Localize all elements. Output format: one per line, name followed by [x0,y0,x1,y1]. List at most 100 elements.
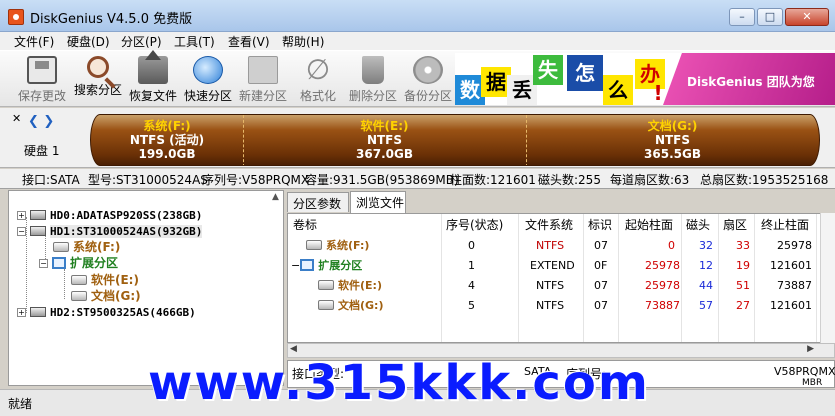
partition-icon [318,280,334,290]
partition-block-fs: NTFS [366,133,403,147]
menu-partition[interactable]: 分区(P) [121,33,162,50]
partition-block-name: 文档(G:) [647,119,698,133]
scroll-left-icon[interactable]: ◀ [290,344,297,354]
expand-icon[interactable]: + [17,211,26,220]
save-changes-label: 保存更改 [17,89,66,103]
ad-banner[interactable]: 数 据 丢 失 怎 么 办 ! DiskGenius 团队为您 [455,53,835,105]
menu-view[interactable]: 查看(V) [228,33,270,50]
delete-partition-button[interactable]: 删除分区 [345,54,401,106]
row-end: 121601 [770,299,812,312]
table-row[interactable]: − 扩展分区 1 EXTEND 0F 25978 12 19 121601 [288,256,834,276]
restore-icon [138,50,168,84]
row-label: 软件(E:) [338,279,382,292]
extended-partition-icon [300,259,315,271]
col-header-head[interactable]: 磁头 [686,214,710,236]
hard-disk-icon [30,307,46,317]
row-head: 57 [699,299,713,312]
tree-item-hd1[interactable]: − HD1:ST31000524AS(932GB) [17,223,203,239]
col-header-fs[interactable]: 文件系统 [525,214,573,236]
col-header-seq[interactable]: 序号(状态) [446,214,503,236]
table-row[interactable]: 软件(E:) 4 NTFS 07 25978 44 51 73887 [288,276,834,296]
quick-partition-button[interactable]: 快速分区 [180,54,236,106]
partition-block-software[interactable]: 软件(E:) NTFS 367.0GB [243,115,526,165]
tree-item-hd2[interactable]: + HD2:ST9500325AS(466GB) [17,304,196,320]
partition-block-fs: NTFS [654,133,691,147]
table-row[interactable]: 系统(F:) 0 NTFS 07 0 32 33 25978 [288,236,834,256]
row-seq: 1 [468,259,475,272]
tree-extended-label: 扩展分区 [70,256,119,270]
tree-scroll-arrow-icon[interactable]: ▲ [272,192,279,202]
menu-bar: 文件(F) 硬盘(D) 分区(P) 工具(T) 查看(V) 帮助(H) [0,32,835,50]
partition-block-size: 199.0GB [138,147,196,161]
menu-disk[interactable]: 硬盘(D) [67,33,110,50]
hard-disk-icon [30,210,46,220]
collapse-icon[interactable]: − [39,259,48,268]
watermark-text: www.315kkk.com [148,355,650,411]
close-button[interactable]: ✕ [785,8,829,26]
new-partition-icon [248,56,278,84]
pin-icon[interactable]: ✕ [12,112,21,125]
col-header-end[interactable]: 终止柱面 [761,214,809,236]
table-row[interactable]: 文档(G:) 5 NTFS 07 73887 57 27 121601 [288,296,834,316]
row-sector: 51 [736,279,750,292]
collapse-icon[interactable]: − [17,227,26,236]
col-header-label[interactable]: 卷标 [293,214,317,236]
tab-partition-params[interactable]: 分区参数 [287,192,349,212]
row-sector: 33 [736,239,750,252]
quick-partition-label: 快速分区 [183,89,232,103]
partition-block-fs: NTFS (活动) [129,133,205,147]
col-header-start[interactable]: 起始柱面 [625,214,673,236]
info-cylinders: 柱面数:121601 [450,173,536,187]
row-end: 121601 [770,259,812,272]
collapse-icon[interactable]: − [291,259,300,272]
disk-nav-arrows[interactable]: ❮ ❯ [28,114,54,129]
tree-item-system[interactable]: 系统(F:) [53,239,120,255]
table-vertical-scrollbar[interactable] [820,213,835,343]
tab-browse-files[interactable]: 浏览文件 [350,191,406,213]
row-sector: 27 [736,299,750,312]
backup-disc-icon [413,56,443,84]
col-header-id[interactable]: 标识 [588,214,612,236]
tree-item-hd0[interactable]: + HD0:ADATASP920SS(238GB) [17,207,202,223]
expand-icon[interactable]: + [17,308,26,317]
detail-serial-value: V58PRQMX [774,365,835,378]
tree-item-software[interactable]: 软件(E:) [71,272,139,288]
partition-block-system[interactable]: 系统(F:) NTFS (活动) 199.0GB [91,115,243,165]
row-fs: EXTEND [530,259,575,272]
tree-item-documents[interactable]: 文档(G:) [71,288,141,304]
menu-help[interactable]: 帮助(H) [282,33,324,50]
save-changes-button[interactable]: 保存更改 [14,54,70,106]
partition-block-name: 系统(F:) [143,119,191,133]
partition-table[interactable]: 卷标 序号(状态) 文件系统 标识 起始柱面 磁头 扇区 终止柱面 磁 系统(F… [287,213,835,343]
search-partition-button[interactable]: 搜索分区 [70,54,126,106]
tree-item-extended[interactable]: − 扩展分区 [39,255,118,271]
backup-partition-button[interactable]: 备份分区 [400,54,456,106]
scroll-right-icon[interactable]: ▶ [807,344,814,354]
title-bar: DiskGenius V4.5.0 免费版 – □ ✕ [0,0,835,32]
extended-partition-icon [52,257,66,269]
status-text: 就绪 [8,397,33,411]
tree-hd0-label: HD0:ADATASP920SS(238GB) [50,209,203,222]
disk-label: 硬盘 1 [24,144,60,158]
restore-files-label: 恢复文件 [128,89,177,103]
partition-block-documents[interactable]: 文档(G:) NTFS 365.5GB [526,115,819,165]
row-label: 系统(F:) [326,239,370,252]
row-seq: 4 [468,279,475,292]
detail-partition-style: MBR [802,378,823,388]
menu-tools[interactable]: 工具(T) [174,33,215,50]
info-model: 型号:ST31000524AS [88,173,208,187]
tree-line [64,269,65,299]
col-header-sector[interactable]: 扇区 [723,214,747,236]
new-partition-button[interactable]: 新建分区 [235,54,291,106]
menu-file[interactable]: 文件(F) [14,33,54,50]
format-button[interactable]: ∅ 格式化 [290,54,346,106]
disk-cylinder: 系统(F:) NTFS (活动) 199.0GB 软件(E:) NTFS 367… [90,114,820,166]
restore-files-button[interactable]: 恢复文件 [125,50,181,106]
partition-icon [71,275,87,285]
row-seq: 0 [468,239,475,252]
tree-software-label: 软件(E:) [91,273,139,287]
maximize-button[interactable]: □ [757,8,783,26]
row-start: 25978 [645,279,680,292]
delete-partition-label: 删除分区 [348,89,397,103]
minimize-button[interactable]: – [729,8,755,26]
